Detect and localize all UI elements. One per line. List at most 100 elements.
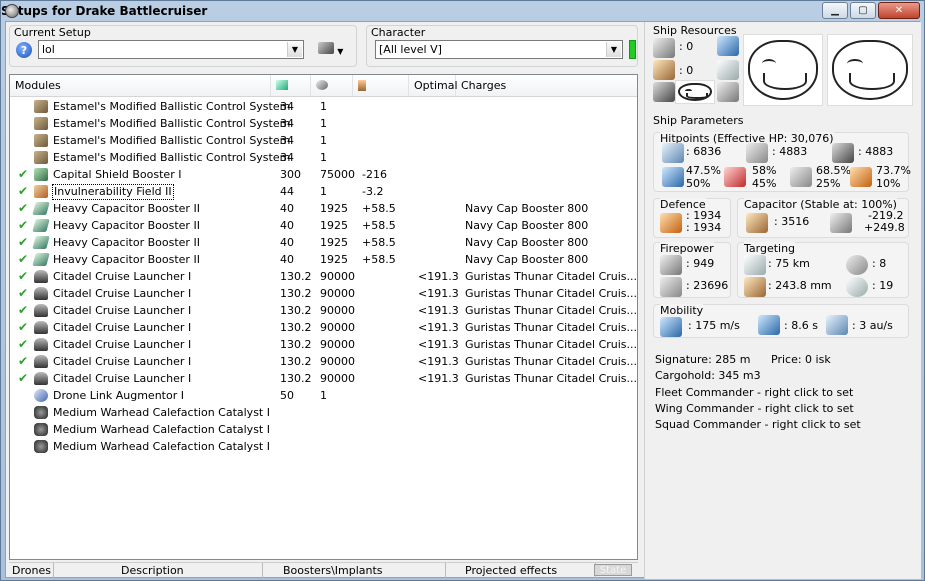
scan-resolution: : 243.8 mm (768, 279, 832, 292)
current-setup-label: Current Setup (14, 26, 91, 39)
table-row[interactable]: Estamel's Modified Ballistic Control Sys… (10, 98, 637, 115)
module-cpu: 40 (280, 236, 294, 249)
targeting-range-icon (744, 255, 766, 275)
tab-drones[interactable]: Drones (12, 564, 51, 577)
module-icon (32, 219, 50, 232)
module-icon (34, 134, 48, 147)
module-cpu: 40 (280, 219, 294, 232)
character-select[interactable]: [All level V] ▼ (375, 40, 623, 59)
firepower-volley: : 23696 (686, 279, 729, 292)
module-icon (34, 100, 48, 113)
table-row[interactable]: ✔ Citadel Cruise Launcher I 130.2 90000 <191… (10, 268, 637, 285)
module-icon (34, 270, 48, 283)
warp-speed-icon (826, 315, 848, 335)
table-row[interactable]: ✔ Citadel Cruise Launcher I 130.2 90000 <191… (10, 370, 637, 387)
module-name: Heavy Capacitor Booster II (53, 236, 200, 249)
module-powergrid: 1925 (320, 219, 348, 232)
table-row[interactable]: ✔ Citadel Cruise Launcher I 130.2 90000 <191… (10, 353, 637, 370)
help-icon[interactable]: ? (16, 42, 32, 58)
checkmark-icon[interactable]: ✔ (18, 183, 28, 200)
checkmark-icon[interactable]: ✔ (18, 370, 28, 387)
table-row[interactable]: ✔ Heavy Capacitor Booster II 40 1925 +58.5 Na… (10, 234, 637, 251)
header-modules[interactable]: Modules (10, 75, 271, 96)
table-row[interactable]: ✔ Citadel Cruise Launcher I 130.2 90000 <191… (10, 302, 637, 319)
turret-dps-icon (660, 255, 682, 275)
checkmark-icon[interactable]: ✔ (18, 200, 28, 217)
header-optimal[interactable]: Optimal (409, 75, 458, 96)
table-row[interactable]: Drone Link Augmentor I 50 1 (10, 387, 637, 404)
maximize-button[interactable]: ▢ (850, 2, 876, 19)
thermal-resist-shield: 58% (752, 164, 777, 177)
module-powergrid: 90000 (320, 372, 355, 385)
module-optimal: <191.3 (418, 372, 459, 385)
state-button[interactable]: State (594, 564, 632, 576)
header-charges[interactable]: Charges (456, 75, 637, 96)
fleet-commander-text[interactable]: Fleet Commander - right click to set (655, 386, 853, 399)
tab-boosters-implants[interactable]: Boosters\Implants (283, 564, 383, 577)
chevron-down-icon: ▼ (606, 42, 621, 57)
module-powergrid: 1 (320, 117, 327, 130)
wing-commander-text[interactable]: Wing Commander - right click to set (655, 402, 854, 415)
table-row[interactable]: ✔ Citadel Cruise Launcher I 130.2 90000 <191… (10, 319, 637, 336)
capacitor-icon (358, 80, 366, 91)
turret-hardpoint-icon (653, 38, 675, 58)
module-charges: Guristas Thunar Citadel Cruis... (465, 287, 638, 300)
rig-slot-icon (653, 82, 675, 102)
checkmark-icon[interactable]: ✔ (18, 353, 28, 370)
table-row[interactable]: Estamel's Modified Ballistic Control Sys… (10, 132, 637, 149)
sensor-strength: : 19 (872, 279, 894, 292)
header-powergrid[interactable] (311, 75, 353, 96)
ship-menu-button[interactable]: ▼ (318, 42, 348, 58)
capacitor-recharge: +249.8 (864, 221, 905, 234)
table-row[interactable]: Medium Warhead Calefaction Catalyst I (10, 438, 637, 455)
checkmark-icon[interactable]: ✔ (18, 268, 28, 285)
checkmark-icon[interactable]: ✔ (18, 336, 28, 353)
checkmark-icon[interactable]: ✔ (18, 251, 28, 268)
table-row[interactable]: Estamel's Modified Ballistic Control Sys… (10, 115, 637, 132)
module-icon (34, 151, 48, 164)
module-charges: Navy Cap Booster 800 (465, 236, 589, 249)
table-row[interactable]: ✔ Citadel Cruise Launcher I 130.2 90000 <191… (10, 285, 637, 302)
checkmark-icon[interactable]: ✔ (18, 217, 28, 234)
table-row[interactable]: ✔ Heavy Capacitor Booster II 40 1925 +58.5 Na… (10, 217, 637, 234)
checkmark-icon[interactable]: ✔ (18, 319, 28, 336)
setup-select[interactable]: lol ▼ (38, 40, 304, 59)
checkmark-icon[interactable]: ✔ (18, 166, 28, 183)
module-cpu: 44 (280, 185, 294, 198)
capacitor-icon (746, 213, 768, 233)
table-row[interactable]: ✔ Citadel Cruise Launcher I 130.2 90000 <191… (10, 336, 637, 353)
module-name: Estamel's Modified Ballistic Control Sys… (53, 151, 291, 164)
table-row[interactable]: Estamel's Modified Ballistic Control Sys… (10, 149, 637, 166)
module-icon (34, 338, 48, 351)
minimize-button[interactable]: ▁ (822, 2, 848, 19)
checkmark-icon[interactable]: ✔ (18, 234, 28, 251)
defence-icon (660, 213, 682, 233)
table-row[interactable]: ✔ Heavy Capacitor Booster II 40 1925 +58.5 Na… (10, 200, 637, 217)
squad-commander-text[interactable]: Squad Commander - right click to set (655, 418, 861, 431)
explosive-resist-shield: 73.7% (876, 164, 911, 177)
max-targets-icon (846, 255, 868, 275)
module-icon (32, 202, 50, 215)
header-capacitor[interactable] (353, 75, 409, 96)
close-button[interactable]: ✕ (878, 2, 920, 19)
table-row[interactable]: ✔ Invulnerability Field II 44 1 -3.2 (10, 183, 637, 200)
table-row[interactable]: Medium Warhead Calefaction Catalyst I (10, 421, 637, 438)
kinetic-resist-shield: 68.5% (816, 164, 851, 177)
firepower-group: Firepower : 949 : 23696 (653, 242, 731, 298)
checkmark-icon[interactable]: ✔ (18, 285, 28, 302)
table-row[interactable]: Medium Warhead Calefaction Catalyst I (10, 404, 637, 421)
module-list[interactable]: Modules Optimal Charges Estamel's Modifi… (9, 74, 638, 560)
module-name: Estamel's Modified Ballistic Control Sys… (53, 117, 291, 130)
checkmark-icon[interactable]: ✔ (18, 302, 28, 319)
header-cpu[interactable] (271, 75, 311, 96)
table-row[interactable]: ✔ Heavy Capacitor Booster II 40 1925 +58.5 Na… (10, 251, 637, 268)
tab-projected-effects[interactable]: Projected effects (465, 564, 557, 577)
armor-icon (746, 143, 768, 163)
table-row[interactable]: ✔ Capital Shield Booster I 300 75000 -216 (10, 166, 637, 183)
align-time-icon (758, 315, 780, 335)
module-charges: Navy Cap Booster 800 (465, 219, 589, 232)
mobility-align: : 8.6 s (784, 319, 818, 332)
tab-description[interactable]: Description (121, 564, 184, 577)
module-name: Heavy Capacitor Booster II (53, 202, 200, 215)
firepower-dps: : 949 (686, 257, 715, 270)
